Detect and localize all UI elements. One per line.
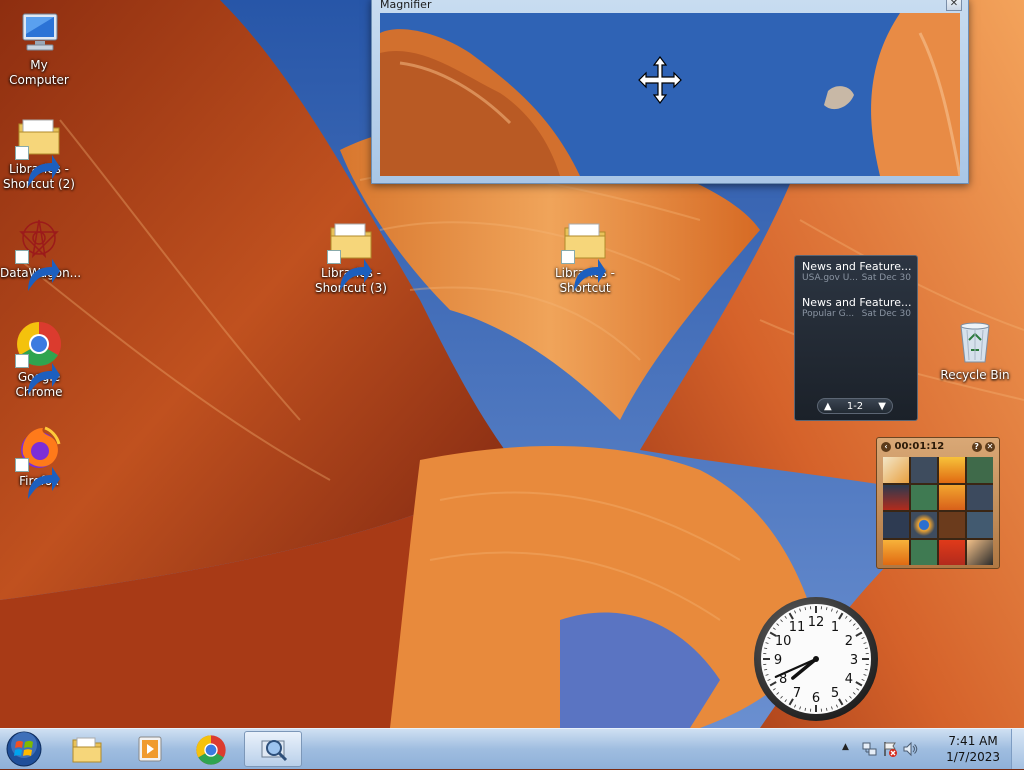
taskbar-time: 7:41 AM xyxy=(946,733,1000,749)
clock-numeral: 1 xyxy=(831,620,839,635)
desktop-icon-libraries-shortcut-3[interactable]: Libraries - Shortcut (3) xyxy=(312,216,390,296)
puzzle-timer: 00:01:12 xyxy=(894,441,944,452)
puzzle-tile[interactable] xyxy=(911,512,937,538)
volume-icon[interactable] xyxy=(902,741,918,757)
news-item-date: Sat Dec 30 xyxy=(862,309,911,319)
taskbar-explorer-button[interactable] xyxy=(58,731,116,767)
puzzle-tile[interactable] xyxy=(883,512,909,538)
clock-numeral: 2 xyxy=(845,634,853,649)
clock-numeral: 11 xyxy=(789,620,806,635)
libraries-folder-icon xyxy=(561,216,609,264)
news-feed-gadget[interactable]: News and Feature... USA.gov U... Sat Dec … xyxy=(794,255,918,421)
datawagon-icon xyxy=(15,216,63,264)
shortcut-arrow-icon xyxy=(15,458,29,472)
magnifier-window[interactable]: Magnifier ✕ xyxy=(371,0,969,184)
puzzle-back-button[interactable]: ‹ xyxy=(881,442,891,452)
news-item-source: USA.gov U... xyxy=(802,273,858,283)
news-item-date: Sat Dec 30 xyxy=(862,273,911,283)
puzzle-grid xyxy=(883,457,993,565)
shortcut-arrow-icon xyxy=(561,250,575,264)
clock-numeral: 7 xyxy=(793,686,801,701)
desktop-icon-libraries-shortcut[interactable]: Libraries - Shortcut xyxy=(546,216,624,296)
windows-orb-icon xyxy=(6,731,42,767)
puzzle-help-button[interactable]: ? xyxy=(972,442,982,452)
move-cursor-icon xyxy=(638,55,682,108)
clock-numeral: 9 xyxy=(774,653,782,668)
puzzle-close-button[interactable]: ✕ xyxy=(985,442,995,452)
taskbar-media-player-button[interactable] xyxy=(120,731,178,767)
puzzle-tile[interactable] xyxy=(883,540,909,566)
puzzle-tile[interactable] xyxy=(939,540,965,566)
desktop-icon-libraries-shortcut-2[interactable]: Libraries - Shortcut (2) xyxy=(0,112,78,192)
magnifier-close-button[interactable]: ✕ xyxy=(946,0,962,11)
desktop-icon-label: My Computer xyxy=(0,58,78,88)
news-item-source: Popular G... xyxy=(802,309,854,319)
clock-numeral: 4 xyxy=(845,672,853,687)
taskbar-magnifier-button[interactable] xyxy=(244,731,302,767)
chrome-icon xyxy=(195,734,227,766)
desktop-icon-datawagon[interactable]: DataWagon... xyxy=(0,216,78,281)
folder-icon xyxy=(71,734,103,764)
clock-numeral: 12 xyxy=(808,615,825,630)
desktop-icon-google-chrome[interactable]: Google Chrome xyxy=(0,320,78,400)
puzzle-tile[interactable] xyxy=(911,540,937,566)
puzzle-tile[interactable] xyxy=(911,485,937,511)
magnifier-icon xyxy=(258,735,290,765)
libraries-folder-icon xyxy=(327,216,375,264)
firefox-icon xyxy=(15,424,63,472)
puzzle-tile[interactable] xyxy=(967,512,993,538)
clock-numeral: 6 xyxy=(812,691,820,706)
network-icon[interactable] xyxy=(862,741,878,757)
news-item[interactable]: News and Feature... USA.gov U... Sat Dec … xyxy=(795,256,917,292)
magnifier-view[interactable] xyxy=(380,13,960,176)
puzzle-tile[interactable] xyxy=(883,457,909,483)
clock-numeral: 3 xyxy=(850,653,858,668)
clock-numeral: 5 xyxy=(831,686,839,701)
shortcut-arrow-icon xyxy=(15,250,29,264)
recycle-bin-icon xyxy=(951,318,999,366)
news-next-button[interactable]: ▼ xyxy=(878,401,886,412)
desktop-icon-recycle-bin[interactable]: Recycle Bin xyxy=(936,318,1014,383)
picture-puzzle-gadget[interactable]: ‹ 00:01:12 ? ✕ xyxy=(876,437,1000,569)
desktop-icon-my-computer[interactable]: My Computer xyxy=(0,8,78,88)
show-desktop-button[interactable] xyxy=(1011,729,1024,769)
news-item-title: News and Feature... xyxy=(802,260,911,273)
news-page-label: 1-2 xyxy=(847,401,863,412)
show-hidden-icons-button[interactable]: ▲ xyxy=(842,742,849,752)
puzzle-tile[interactable] xyxy=(883,485,909,511)
puzzle-tile[interactable] xyxy=(939,485,965,511)
puzzle-tile[interactable] xyxy=(911,457,937,483)
computer-icon xyxy=(15,8,63,56)
shortcut-arrow-icon xyxy=(327,250,341,264)
magnifier-title: Magnifier xyxy=(380,0,431,11)
chrome-icon xyxy=(15,320,63,368)
taskbar-clock[interactable]: 7:41 AM 1/7/2023 xyxy=(946,733,1000,765)
system-tray: ▲ 7:41 AM 1/7/2023 xyxy=(834,729,1024,769)
libraries-folder-icon xyxy=(15,112,63,160)
news-item[interactable]: News and Feature... Popular G... Sat Dec … xyxy=(795,292,917,328)
puzzle-tile[interactable] xyxy=(967,485,993,511)
puzzle-empty-slot xyxy=(939,512,965,538)
desktop-icon-label: Recycle Bin xyxy=(936,368,1014,383)
action-center-flag-icon[interactable] xyxy=(882,741,898,757)
clock-numeral: 10 xyxy=(775,634,792,649)
clock-gadget[interactable]: 121234567891011 xyxy=(753,596,879,722)
media-player-icon xyxy=(133,734,165,764)
start-button[interactable] xyxy=(6,731,42,767)
shortcut-arrow-icon xyxy=(15,146,29,160)
desktop-icon-firefox[interactable]: Firefox xyxy=(0,424,78,489)
puzzle-tile[interactable] xyxy=(939,457,965,483)
taskbar-date: 1/7/2023 xyxy=(946,749,1000,765)
news-item-title: News and Feature... xyxy=(802,296,911,309)
news-prev-button[interactable]: ▲ xyxy=(824,401,832,412)
puzzle-tile[interactable] xyxy=(967,457,993,483)
taskbar: ▲ 7:41 AM 1/7/2023 xyxy=(0,728,1024,769)
shortcut-arrow-icon xyxy=(15,354,29,368)
taskbar-chrome-button[interactable] xyxy=(182,731,240,767)
news-pager: ▲ 1-2 ▼ xyxy=(817,398,893,414)
puzzle-tile[interactable] xyxy=(967,540,993,566)
